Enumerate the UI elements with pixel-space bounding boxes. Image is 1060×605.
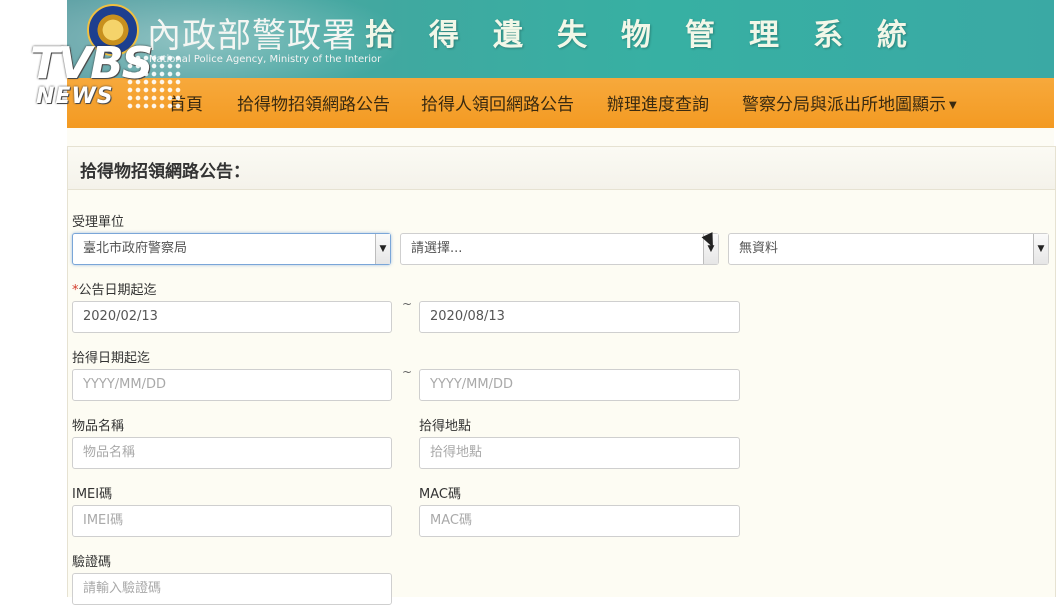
mac-label: MAC碼 <box>419 487 461 502</box>
chevron-down-icon: ▼ <box>1033 234 1048 264</box>
chevron-down-icon: ▼ <box>375 234 390 264</box>
announce-date-label: *公告日期起迄 <box>72 279 157 298</box>
header-banner: 內政部警政署 National Police Agency, Ministry … <box>67 0 1054 78</box>
imei-input[interactable]: IMEI碼 <box>72 505 392 537</box>
unit-station-value: 無資料 <box>739 241 779 256</box>
date-range-separator: ~ <box>402 365 413 379</box>
unit-city-select[interactable]: 臺北市政府警察局 ▼ <box>72 233 391 265</box>
captcha-label: 驗證碼 <box>72 555 112 570</box>
announce-date-to[interactable]: 2020/08/13 <box>419 301 740 333</box>
system-title: 拾得遺失物管理系統 <box>365 18 941 53</box>
announce-date-label-text: 公告日期起迄 <box>78 283 157 298</box>
date-range-separator: ~ <box>402 297 413 311</box>
news-logo-text: NEWS <box>36 84 114 109</box>
mac-input[interactable]: MAC碼 <box>419 505 740 537</box>
panel-header: 拾得物招領網路公告： <box>68 147 1055 190</box>
unit-branch-select[interactable]: 請選擇... ▼ <box>400 233 719 265</box>
search-panel: 拾得物招領網路公告： 受理單位 臺北市政府警察局 ▼ 請選擇... ▼ 無資料 … <box>67 146 1056 605</box>
nav-station-map[interactable]: 警察分局與派出所地圖顯示 ▼ <box>742 90 957 115</box>
dot-pattern-icon <box>126 54 182 110</box>
item-name-input[interactable]: 物品名稱 <box>72 437 392 469</box>
main-nav: 首頁 拾得物招領網路公告 拾得人領回網路公告 辦理進度查詢 警察分局與派出所地圖… <box>67 78 1054 128</box>
unit-city-value: 臺北市政府警察局 <box>83 241 188 256</box>
panel-title: 拾得物招領網路公告： <box>80 162 250 182</box>
unit-station-select[interactable]: 無資料 ▼ <box>728 233 1049 265</box>
found-place-input[interactable]: 拾得地點 <box>419 437 740 469</box>
nav-found-items-notice[interactable]: 拾得物招領網路公告 <box>237 90 390 115</box>
found-date-to[interactable]: YYYY/MM/DD <box>419 369 740 401</box>
item-name-label: 物品名稱 <box>72 419 125 434</box>
found-date-label: 拾得日期起迄 <box>72 351 151 366</box>
found-date-from[interactable]: YYYY/MM/DD <box>72 369 392 401</box>
captcha-input[interactable]: 請輸入驗證碼 <box>72 573 392 605</box>
found-place-label: 拾得地點 <box>419 419 472 434</box>
page: 內政部警政署 National Police Agency, Ministry … <box>67 0 1056 605</box>
nav-station-map-label: 警察分局與派出所地圖顯示 <box>742 95 946 115</box>
unit-label: 受理單位 <box>72 215 125 230</box>
announce-date-from[interactable]: 2020/02/13 <box>72 301 392 333</box>
tvbs-news-logo: TVBS NEWS <box>30 38 190 114</box>
nav-finder-claim-notice[interactable]: 拾得人領回網路公告 <box>421 90 574 115</box>
unit-branch-value: 請選擇... <box>411 241 463 256</box>
nav-progress-query[interactable]: 辦理進度查詢 <box>607 90 709 115</box>
chevron-down-icon: ▼ <box>949 99 957 111</box>
imei-label: IMEI碼 <box>72 487 113 502</box>
